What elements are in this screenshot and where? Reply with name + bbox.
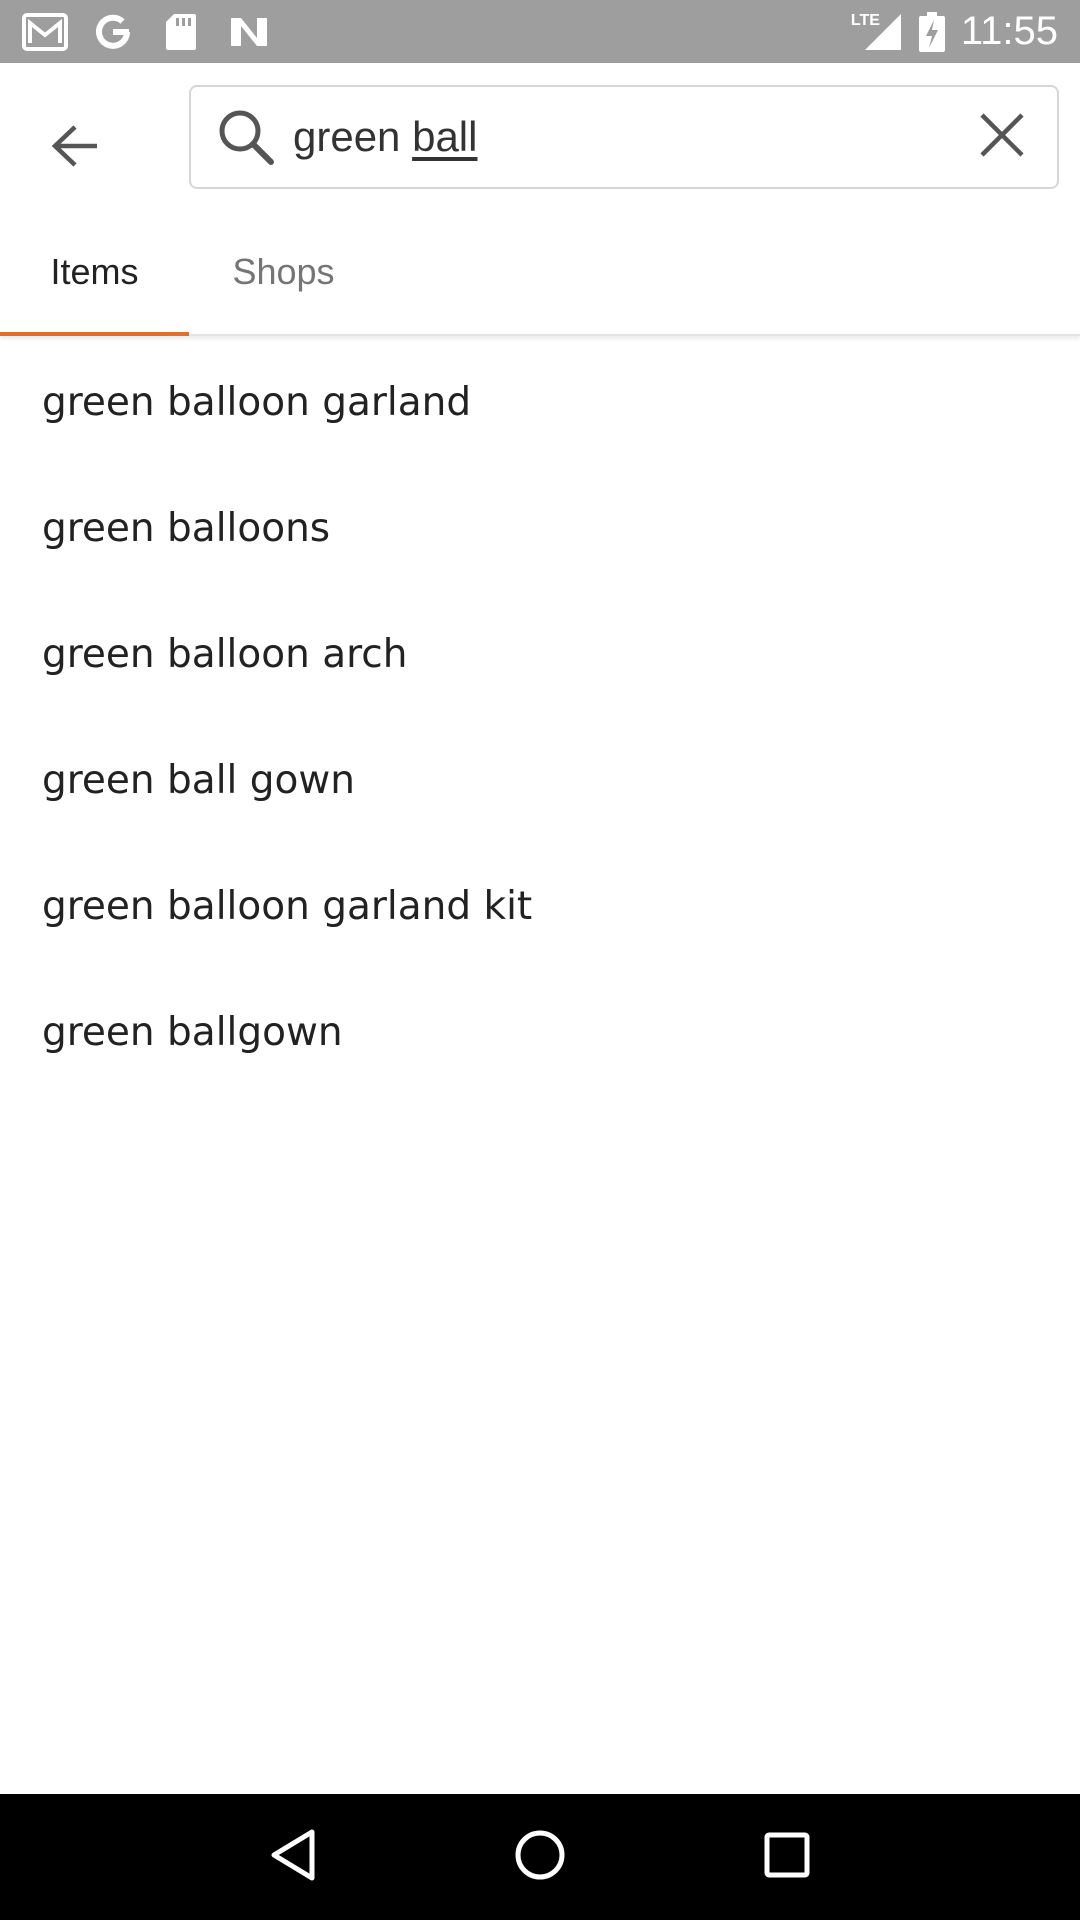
suggestion-item[interactable]: green balloon garland kit [0, 843, 1080, 969]
close-icon [978, 111, 1026, 163]
status-notifications [22, 12, 272, 52]
search-query-composing: ball [412, 113, 478, 160]
home-circle-icon [514, 1829, 566, 1885]
status-bar: LTE 11:55 [0, 0, 1080, 63]
search-query[interactable]: green ball [293, 113, 967, 161]
gmail-icon [22, 12, 68, 52]
sd-card-icon [158, 12, 204, 52]
status-time: 11:55 [960, 9, 1058, 53]
back-button[interactable] [30, 103, 120, 193]
recents-square-icon [763, 1831, 811, 1883]
google-icon [90, 12, 136, 52]
suggestion-list: green balloon garland green balloons gre… [0, 339, 1080, 1095]
suggestion-item[interactable]: green ballgown [0, 969, 1080, 1095]
tab-items[interactable]: Items [0, 208, 189, 336]
search-icon [215, 106, 277, 168]
status-system: LTE 11:55 [851, 9, 1058, 54]
nav-back-button[interactable] [243, 1807, 343, 1907]
nav-recents-button[interactable] [737, 1807, 837, 1907]
battery-charging-icon [917, 11, 947, 52]
back-triangle-icon [270, 1829, 316, 1885]
search-input[interactable]: green ball [189, 85, 1059, 189]
suggestion-item[interactable]: green balloons [0, 465, 1080, 591]
nav-home-button[interactable] [490, 1807, 590, 1907]
network-label: LTE [850, 11, 880, 29]
n-app-icon [226, 12, 272, 52]
suggestion-item[interactable]: green ball gown [0, 717, 1080, 843]
clear-search-button[interactable] [967, 102, 1037, 172]
active-tab-indicator [0, 332, 189, 336]
tab-bar: Items Shops [0, 208, 1080, 336]
tab-shops[interactable]: Shops [189, 208, 378, 336]
suggestion-item[interactable]: green balloon arch [0, 591, 1080, 717]
navigation-bar [0, 1794, 1080, 1920]
search-header: green ball [0, 63, 1080, 208]
suggestion-item[interactable]: green balloon garland [0, 339, 1080, 465]
signal-icon: LTE [851, 12, 903, 52]
search-query-prefix: green [293, 113, 413, 160]
arrow-left-icon [51, 124, 99, 172]
